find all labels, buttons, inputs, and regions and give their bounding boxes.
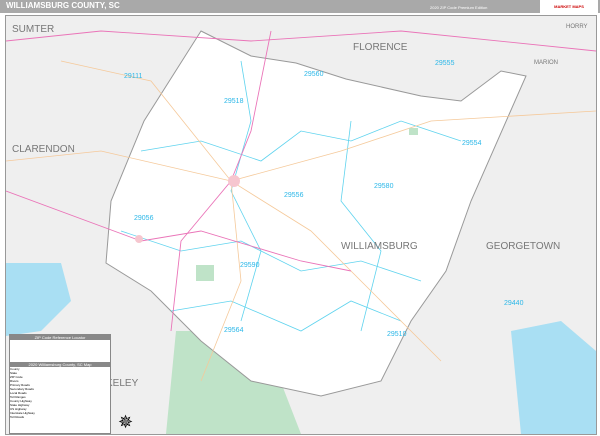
zip-label: 29564 xyxy=(224,327,244,334)
county-boundary xyxy=(105,30,527,397)
county-label: CLARENDON xyxy=(12,144,75,155)
city-kingstree xyxy=(228,175,240,187)
zip-label: 29555 xyxy=(435,60,455,67)
county-label: WILLIAMSBURG xyxy=(341,241,418,252)
zip-label: 29590 xyxy=(240,262,260,269)
map-title: WILLIAMSBURG COUNTY, SC xyxy=(6,1,120,10)
city-marker xyxy=(135,235,143,243)
zip-label: 29554 xyxy=(462,140,482,147)
park-area xyxy=(196,265,214,281)
county-label: FLORENCE xyxy=(353,42,408,53)
county-label: HORRY xyxy=(566,24,588,30)
zip-label: 29440 xyxy=(504,300,524,307)
zip-label: 29518 xyxy=(224,98,244,105)
zip-label: 29580 xyxy=(374,183,394,190)
map-legend: ZIP Code Reference Locator 2020 Williams… xyxy=(9,334,111,434)
water-body xyxy=(511,321,596,434)
zip-label: 29560 xyxy=(304,71,324,78)
county-label: GEORGETOWN xyxy=(486,241,561,252)
title-bar: WILLIAMSBURG COUNTY, SC 2020 ZIP Code Pr… xyxy=(0,0,600,13)
zip-label: 29510 xyxy=(387,331,407,338)
zip-label: 29056 xyxy=(134,215,154,222)
county-label: SUMTER xyxy=(12,24,55,35)
county-label: MARION xyxy=(534,60,558,66)
legend-row: Toll Roads xyxy=(10,415,25,419)
map-canvas[interactable]: SUMTER FLORENCE HORRY MARION CLARENDON W… xyxy=(5,15,597,435)
zip-label: 29556 xyxy=(284,192,304,199)
edition-label: 2020 ZIP Code Premium Edition xyxy=(430,5,488,10)
compass-rose-icon: ✵ xyxy=(118,412,134,432)
park-area xyxy=(409,128,418,135)
zip-label: 29111 xyxy=(124,73,143,80)
water-body xyxy=(6,263,71,336)
publisher-logo: MARKET MAPS xyxy=(540,0,598,13)
